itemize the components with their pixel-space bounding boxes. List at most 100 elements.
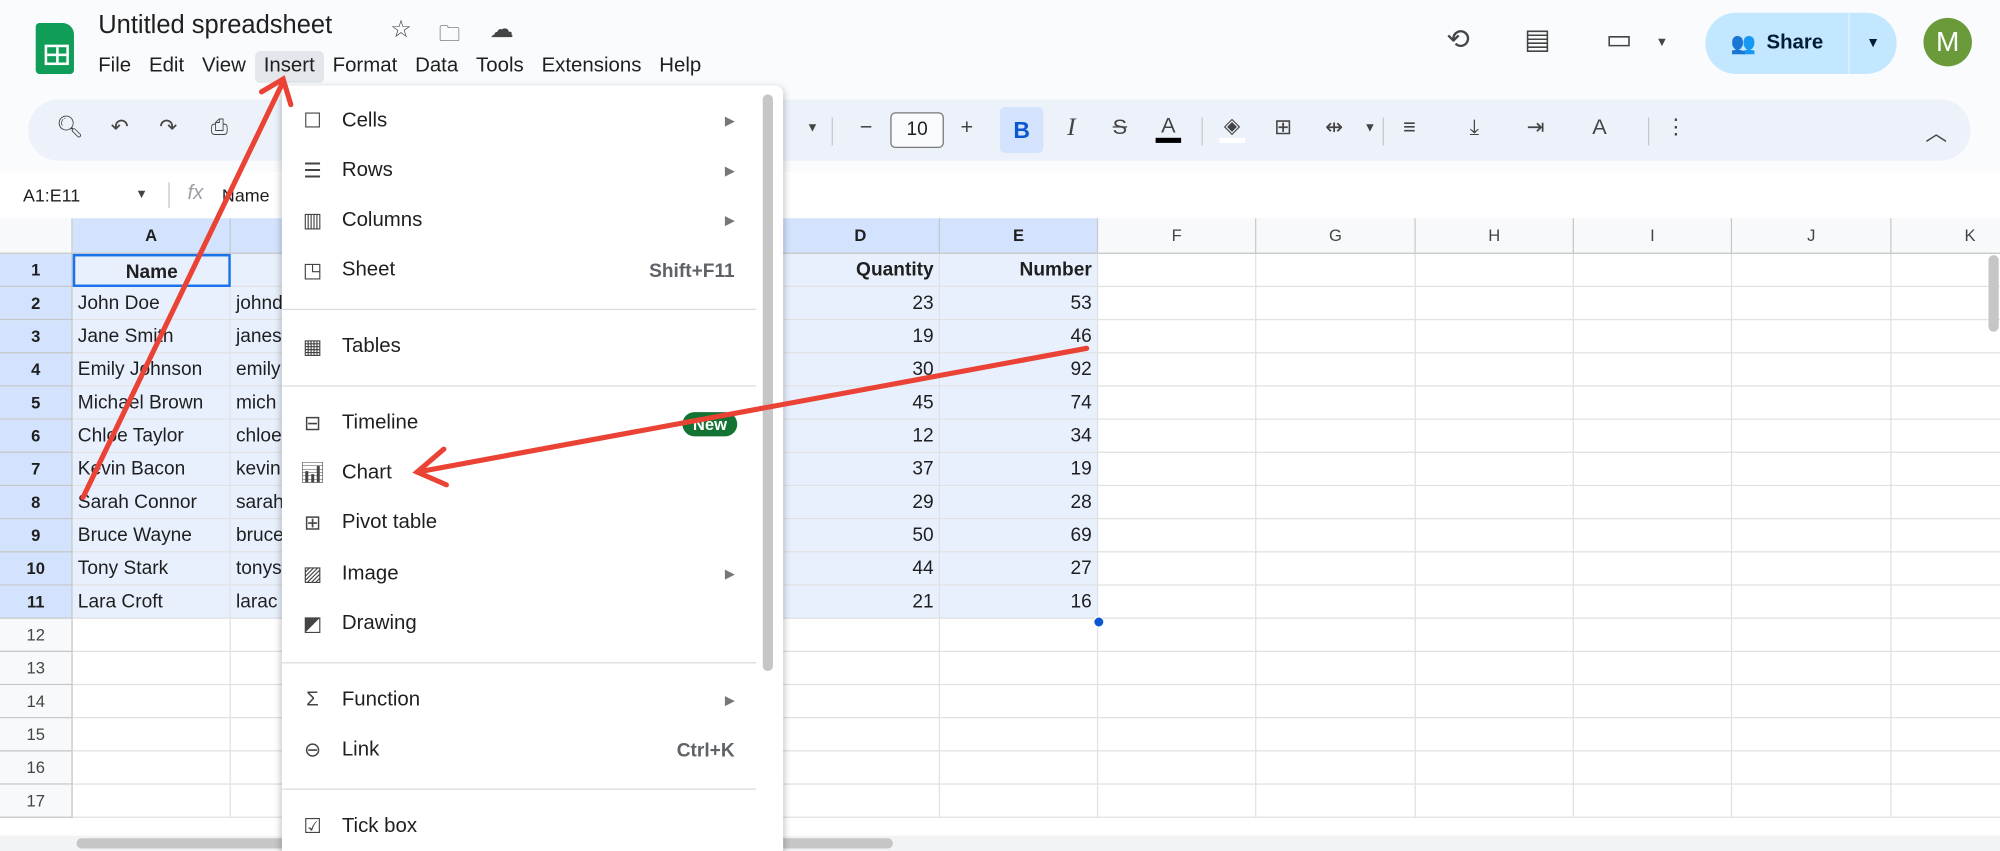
column-header-h[interactable]: H xyxy=(1415,218,1574,254)
more-options-icon[interactable]: ⋮ xyxy=(1663,115,1689,141)
cell-d14[interactable] xyxy=(781,685,941,719)
cell-k4[interactable] xyxy=(1891,353,2000,387)
cell-d4[interactable]: 30 xyxy=(781,353,941,387)
cell-k6[interactable] xyxy=(1891,420,2000,453)
star-icon[interactable]: ☆ xyxy=(390,15,412,44)
cell-f3[interactable] xyxy=(1098,320,1257,354)
cell-h8[interactable] xyxy=(1415,486,1574,520)
cell-j14[interactable] xyxy=(1732,685,1892,719)
cell-h3[interactable] xyxy=(1415,320,1574,354)
cell-h7[interactable] xyxy=(1415,452,1574,487)
cell-e8[interactable]: 28 xyxy=(940,486,1099,520)
cell-i16[interactable] xyxy=(1573,751,1733,785)
cell-a15[interactable] xyxy=(72,718,231,752)
row-header-12[interactable]: 12 xyxy=(0,618,73,652)
cell-e17[interactable] xyxy=(940,784,1099,818)
menu-format[interactable]: Format xyxy=(324,51,406,83)
cell-a12[interactable] xyxy=(72,618,231,652)
cell-a2[interactable]: John Doe xyxy=(72,287,231,321)
cell-g1[interactable] xyxy=(1256,253,1416,288)
italic-button[interactable]: I xyxy=(1059,114,1085,143)
cell-g6[interactable] xyxy=(1256,419,1416,453)
cell-k3[interactable] xyxy=(1891,320,2000,354)
cell-j2[interactable] xyxy=(1732,287,1892,321)
cell-j7[interactable] xyxy=(1732,452,1892,487)
cell-j13[interactable] xyxy=(1732,651,1892,686)
cell-h13[interactable] xyxy=(1415,651,1574,686)
cell-d7[interactable]: 37 xyxy=(781,452,941,487)
column-header-e[interactable]: E xyxy=(940,218,1099,254)
menu-item-drawing[interactable]: ◩ Drawing xyxy=(282,601,760,647)
cell-i5[interactable] xyxy=(1573,386,1733,420)
cell-i1[interactable] xyxy=(1573,253,1733,288)
cell-h16[interactable] xyxy=(1415,751,1574,785)
name-box-dropdown-icon[interactable]: ▼ xyxy=(135,188,148,202)
cell-j4[interactable] xyxy=(1732,353,1892,387)
cell-g2[interactable] xyxy=(1256,287,1416,321)
cell-j8[interactable] xyxy=(1732,486,1892,520)
cell-e14[interactable] xyxy=(940,685,1099,719)
cell-h11[interactable] xyxy=(1415,585,1574,619)
version-history-icon[interactable]: ⟲ xyxy=(1446,23,1470,56)
cell-f14[interactable] xyxy=(1098,685,1257,719)
cell-j16[interactable] xyxy=(1732,751,1892,785)
text-color-icon[interactable]: A xyxy=(1155,114,1182,143)
cell-d3[interactable]: 19 xyxy=(781,320,941,354)
cell-a13[interactable] xyxy=(72,651,231,686)
cell-i2[interactable] xyxy=(1573,287,1733,321)
row-header-5[interactable]: 5 xyxy=(0,386,73,420)
menu-help[interactable]: Help xyxy=(650,51,710,83)
column-header-a[interactable]: A xyxy=(72,218,231,254)
cell-g7[interactable] xyxy=(1256,452,1416,487)
cell-d2[interactable]: 23 xyxy=(781,287,941,321)
cell-j12[interactable] xyxy=(1732,618,1892,652)
cell-d17[interactable] xyxy=(781,784,941,818)
cell-j15[interactable] xyxy=(1732,718,1892,752)
cell-h4[interactable] xyxy=(1415,353,1574,387)
row-header-14[interactable]: 14 xyxy=(0,685,73,719)
menu-item-sheet[interactable]: ◳ Sheet Shift+F11 xyxy=(282,248,760,294)
meet-icon[interactable]: ▭ xyxy=(1606,23,1633,56)
cell-a10[interactable]: Tony Stark xyxy=(72,552,231,586)
decrease-font-icon[interactable]: − xyxy=(853,115,879,141)
menu-item-image[interactable]: ▨ Image ▶ xyxy=(282,551,760,597)
cell-i13[interactable] xyxy=(1573,651,1733,686)
cell-g16[interactable] xyxy=(1256,751,1416,785)
cell-d13[interactable] xyxy=(781,651,941,686)
menu-item-tables[interactable]: ▦ Tables xyxy=(282,324,760,370)
share-dropdown-icon[interactable]: ▼ xyxy=(1849,36,1896,51)
cell-d8[interactable]: 29 xyxy=(781,486,941,520)
cell-f16[interactable] xyxy=(1098,751,1257,785)
column-header-d[interactable]: D xyxy=(781,218,941,254)
row-header-15[interactable]: 15 xyxy=(0,718,73,752)
cell-a6[interactable]: Chloe Taylor xyxy=(72,419,231,453)
cell-g9[interactable] xyxy=(1256,519,1416,553)
cell-a11[interactable]: Lara Croft xyxy=(72,585,231,619)
cell-h6[interactable] xyxy=(1415,419,1574,453)
cell-a3[interactable]: Jane Smith xyxy=(72,320,231,354)
cell-d5[interactable]: 45 xyxy=(781,386,941,420)
comments-icon[interactable]: ▤ xyxy=(1524,23,1551,56)
cell-e1[interactable]: Number xyxy=(940,253,1099,288)
cell-g4[interactable] xyxy=(1256,353,1416,387)
avatar[interactable]: M xyxy=(1923,17,1972,67)
vertical-scroll-thumb[interactable] xyxy=(1988,255,1999,332)
select-all-corner[interactable] xyxy=(0,218,73,254)
cell-f15[interactable] xyxy=(1098,718,1257,752)
cell-i9[interactable] xyxy=(1573,519,1733,553)
menu-edit[interactable]: Edit xyxy=(140,51,193,83)
move-folder-icon[interactable]: 🗀 xyxy=(439,18,461,55)
cell-i10[interactable] xyxy=(1573,552,1733,586)
cell-i17[interactable] xyxy=(1573,784,1733,818)
search-icon[interactable]: 🔍︎ xyxy=(56,115,84,141)
cell-h1[interactable] xyxy=(1415,253,1574,288)
text-wrap-icon[interactable]: ⇥ xyxy=(1523,115,1549,141)
cell-g3[interactable] xyxy=(1256,320,1416,354)
cell-g5[interactable] xyxy=(1256,386,1416,420)
menu-extensions[interactable]: Extensions xyxy=(533,51,651,83)
cell-k11[interactable] xyxy=(1891,586,2000,619)
merge-cells-icon[interactable]: ⇹ xyxy=(1321,115,1347,141)
cell-a1[interactable]: Name xyxy=(72,253,231,288)
cell-k17[interactable] xyxy=(1891,785,2000,818)
menu-item-chart[interactable]: 📊︎ Chart xyxy=(282,450,760,496)
